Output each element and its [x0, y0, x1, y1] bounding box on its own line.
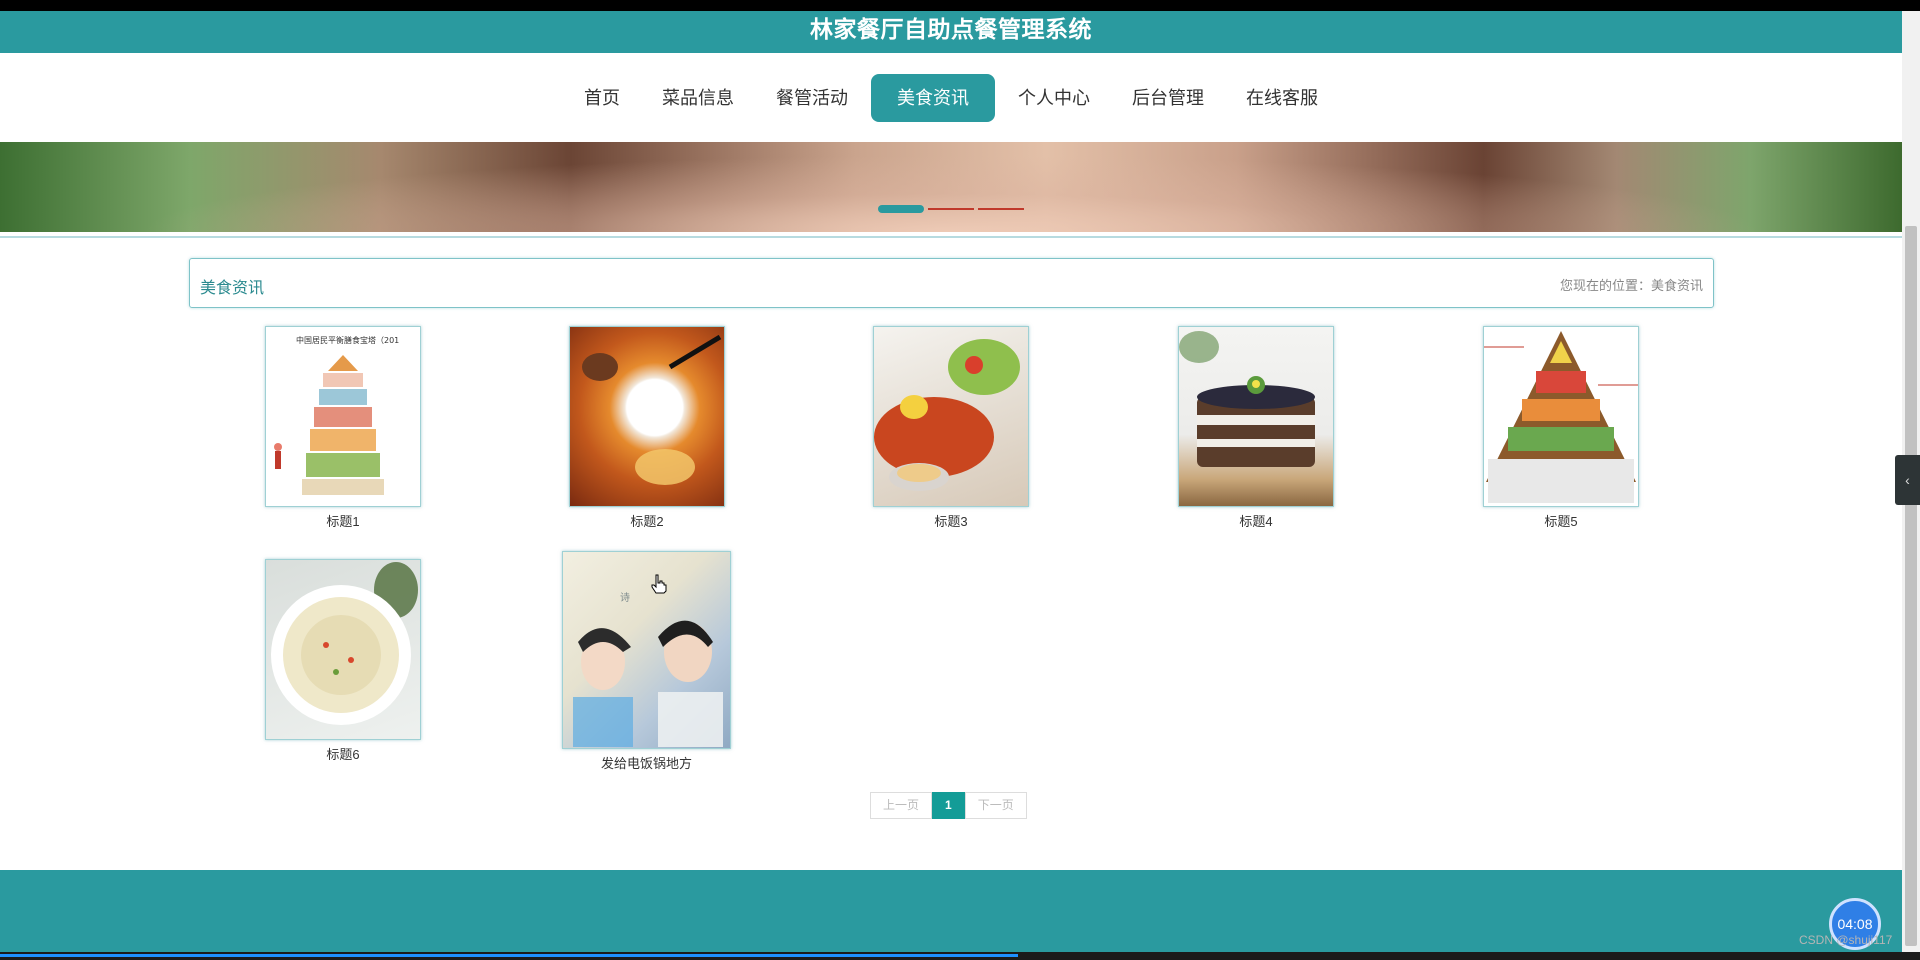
article-title[interactable]: 标题6: [265, 744, 421, 763]
carousel-indicators: [878, 205, 1024, 213]
chevron-left-icon: ‹: [1905, 472, 1910, 488]
article-title[interactable]: 标题5: [1483, 511, 1639, 530]
section-title: 美食资讯: [200, 280, 265, 297]
nav-item-admin[interactable]: 后台管理: [1113, 74, 1223, 122]
article-thumbnail[interactable]: [265, 559, 421, 740]
article-thumbnail[interactable]: 中国居民平衡膳食宝塔（201: [265, 326, 421, 507]
article-card[interactable]: 标题4: [1178, 326, 1334, 530]
article-card[interactable]: 标题6: [265, 559, 421, 763]
divider: [0, 236, 1902, 240]
svg-text:中国居民平衡膳食宝塔（201: 中国居民平衡膳食宝塔（201: [296, 335, 399, 345]
side-panel-toggle[interactable]: ‹: [1895, 455, 1920, 505]
nav-item-home[interactable]: 首页: [565, 74, 639, 122]
nav-item-activities[interactable]: 餐管活动: [757, 74, 867, 122]
article-thumbnail[interactable]: 诗: [562, 551, 731, 749]
site-footer: [0, 870, 1902, 952]
nav-item-food-news[interactable]: 美食资讯: [871, 73, 995, 122]
nav-item-personal-center[interactable]: 个人中心: [999, 74, 1109, 122]
breadcrumb: 您现在的位置：美食资讯: [1559, 278, 1703, 293]
article-thumbnail[interactable]: [1178, 326, 1334, 507]
article-title[interactable]: 发给电饭锅地方: [562, 753, 731, 772]
svg-text:诗: 诗: [618, 591, 630, 602]
next-page-button[interactable]: 下一页: [964, 792, 1027, 819]
main-nav: 首页 菜品信息 餐管活动 美食资讯 个人中心 后台管理 在线客服: [0, 53, 1902, 142]
watermark: CSDN @shuji117: [1799, 933, 1893, 947]
article-title[interactable]: 标题4: [1178, 511, 1334, 530]
carousel-dot-3[interactable]: [978, 208, 1024, 210]
article-thumbnail[interactable]: [569, 326, 725, 507]
hand-cursor-icon: [651, 574, 667, 599]
nav-item-customer-service[interactable]: 在线客服: [1227, 74, 1337, 122]
article-title[interactable]: 标题3: [873, 511, 1029, 530]
article-card[interactable]: 中国居民平衡膳食宝塔（201 标题1: [265, 326, 421, 530]
prev-page-button[interactable]: 上一页: [870, 792, 933, 819]
article-card[interactable]: 标题3: [873, 326, 1029, 530]
pagination: 上一页 1 下一页: [870, 792, 1027, 819]
banner-carousel: [0, 142, 1902, 232]
article-title[interactable]: 标题2: [569, 511, 725, 530]
article-card[interactable]: 诗 发给电饭锅地方: [562, 551, 731, 772]
article-thumbnail[interactable]: [1483, 326, 1639, 507]
section-header: 美食资讯 您现在的位置：美食资讯: [189, 258, 1714, 308]
site-title: 林家餐厅自助点餐管理系统: [810, 16, 1092, 42]
article-card[interactable]: 标题2: [569, 326, 725, 530]
scrollbar-thumb[interactable]: [1905, 226, 1917, 946]
nav-item-dishes[interactable]: 菜品信息: [643, 74, 753, 122]
article-card[interactable]: 标题5: [1483, 326, 1639, 530]
video-progress-bar[interactable]: [0, 952, 1920, 960]
site-header: 林家餐厅自助点餐管理系统: [0, 11, 1902, 53]
carousel-dot-2[interactable]: [928, 208, 974, 210]
article-title[interactable]: 标题1: [265, 511, 421, 530]
carousel-dot-1[interactable]: [878, 205, 924, 213]
page-number-button[interactable]: 1: [932, 792, 965, 819]
article-thumbnail[interactable]: [873, 326, 1029, 507]
top-black-bar: [0, 0, 1920, 11]
